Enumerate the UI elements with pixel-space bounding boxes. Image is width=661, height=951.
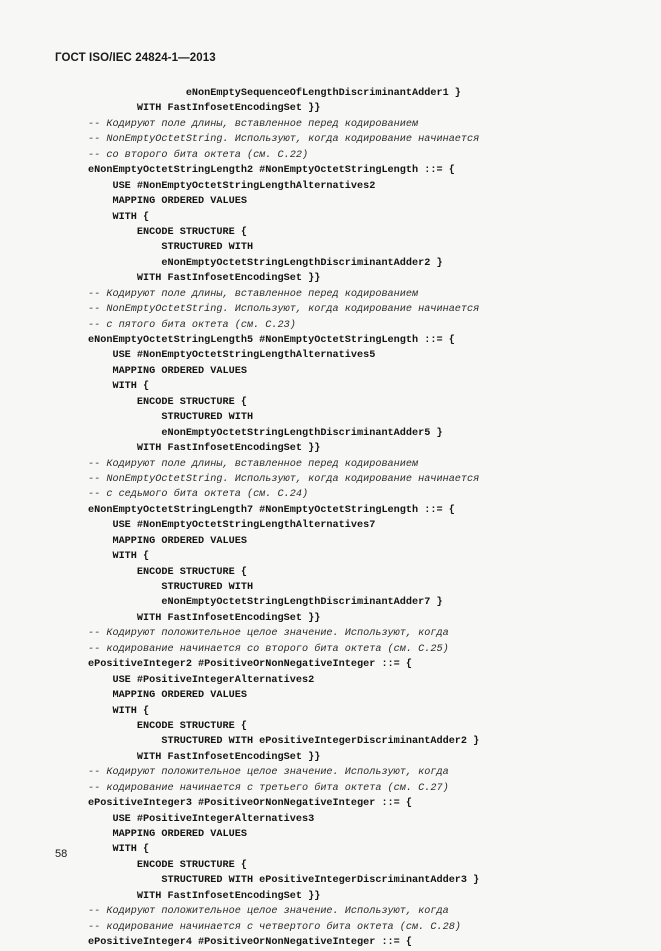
- code-comment-line: -- со второго бита октета (см. С.22): [88, 149, 309, 161]
- code-comment-line: -- NonEmptyOctetString. Используют, когд…: [88, 304, 480, 316]
- code-line: STRUCTURED WITH: [88, 242, 254, 254]
- code-line: WITH FastInfosetEncodingSet }}: [88, 890, 321, 902]
- code-line: WITH FastInfosetEncodingSet }}: [88, 273, 321, 285]
- code-line: STRUCTURED WITH ePositiveIntegerDiscrimi…: [88, 736, 480, 748]
- code-line: STRUCTURED WITH: [88, 412, 254, 424]
- code-line: ENCODE STRUCTURE {: [88, 720, 247, 732]
- code-line: USE #NonEmptyOctetStringLengthAlternativ…: [88, 180, 376, 192]
- code-comment-line: -- Кодируют положительное целое значение…: [88, 628, 449, 640]
- code-line: MAPPING ORDERED VALUES: [88, 690, 247, 702]
- code-comment-line: -- Кодируют положительное целое значение…: [88, 906, 449, 918]
- code-line: ENCODE STRUCTURE {: [88, 396, 247, 408]
- code-line: ENCODE STRUCTURE {: [88, 566, 247, 578]
- code-line: STRUCTURED WITH: [88, 582, 254, 593]
- code-comment-line: -- NonEmptyOctetString. Используют, когд…: [88, 134, 480, 146]
- code-line: ENCODE STRUCTURE {: [88, 859, 247, 871]
- code-line: USE #PositiveIntegerAlternatives2: [88, 674, 315, 686]
- code-line: ENCODE STRUCTURE {: [88, 226, 247, 238]
- code-comment-line: -- кодирование начинается со второго бит…: [88, 643, 449, 655]
- code-line: WITH {: [88, 844, 150, 856]
- code-line: ePositiveInteger4 #PositiveOrNonNegative…: [88, 937, 413, 949]
- code-line: WITH FastInfosetEncodingSet }}: [88, 751, 321, 763]
- code-line: eNonEmptySequenceOfLengthDiscriminantAdd…: [88, 88, 461, 99]
- code-comment-line: -- кодирование начинается с четвертого б…: [88, 921, 461, 933]
- code-line: WITH {: [88, 705, 150, 717]
- code-comment-line: -- кодирование начинается с третьего бит…: [88, 782, 449, 794]
- code-comment-line: -- Кодируют поле длины, вставленное пере…: [88, 118, 419, 130]
- code-line: WITH {: [88, 381, 150, 393]
- code-line: WITH {: [88, 211, 150, 223]
- code-line: USE #PositiveIntegerAlternatives3: [88, 813, 315, 825]
- code-line: WITH {: [88, 551, 150, 563]
- code-line: eNonEmptyOctetStringLengthDiscriminantAd…: [88, 427, 443, 439]
- code-line: eNonEmptyOctetStringLength7 #NonEmptyOct…: [88, 504, 455, 516]
- asn1-code-block: eNonEmptySequenceOfLengthDiscriminantAdd…: [88, 86, 628, 951]
- code-comment-line: -- с пятого бита октета (см. С.23): [88, 319, 296, 331]
- code-line: MAPPING ORDERED VALUES: [88, 365, 247, 377]
- code-line: eNonEmptyOctetStringLength5 #NonEmptyOct…: [88, 335, 455, 346]
- code-line: ePositiveInteger3 #PositiveOrNonNegative…: [88, 798, 413, 810]
- code-line: eNonEmptyOctetStringLength2 #NonEmptyOct…: [88, 165, 455, 177]
- code-line: WITH FastInfosetEncodingSet }}: [88, 612, 321, 624]
- code-line: USE #NonEmptyOctetStringLengthAlternativ…: [88, 520, 376, 532]
- code-line: STRUCTURED WITH ePositiveIntegerDiscrimi…: [88, 875, 480, 887]
- code-line: USE #NonEmptyOctetStringLengthAlternativ…: [88, 350, 376, 362]
- code-comment-line: -- Кодируют поле длины, вставленное пере…: [88, 288, 419, 300]
- code-line: eNonEmptyOctetStringLengthDiscriminantAd…: [88, 257, 443, 269]
- code-comment-line: -- Кодируют поле длины, вставленное пере…: [88, 458, 419, 470]
- code-line: WITH FastInfosetEncodingSet }}: [88, 443, 321, 455]
- document-page: ГОСТ ISO/IEC 24824-1—2013 eNonEmptySeque…: [0, 0, 661, 948]
- code-line: MAPPING ORDERED VALUES: [88, 196, 247, 208]
- code-comment-line: -- NonEmptyOctetString. Используют, когд…: [88, 473, 480, 485]
- code-comment-line: -- Кодируют положительное целое значение…: [88, 767, 449, 779]
- code-line: eNonEmptyOctetStringLengthDiscriminantAd…: [88, 597, 443, 609]
- code-line: MAPPING ORDERED VALUES: [88, 535, 247, 547]
- page-number: 58: [55, 848, 68, 860]
- code-line: WITH FastInfosetEncodingSet }}: [88, 103, 321, 115]
- document-header-standard-number: ГОСТ ISO/IEC 24824-1—2013: [55, 52, 216, 64]
- code-comment-line: -- с седьмого бита октета (см. С.24): [88, 489, 309, 501]
- code-line: MAPPING ORDERED VALUES: [88, 829, 247, 840]
- code-line: ePositiveInteger2 #PositiveOrNonNegative…: [88, 659, 413, 671]
